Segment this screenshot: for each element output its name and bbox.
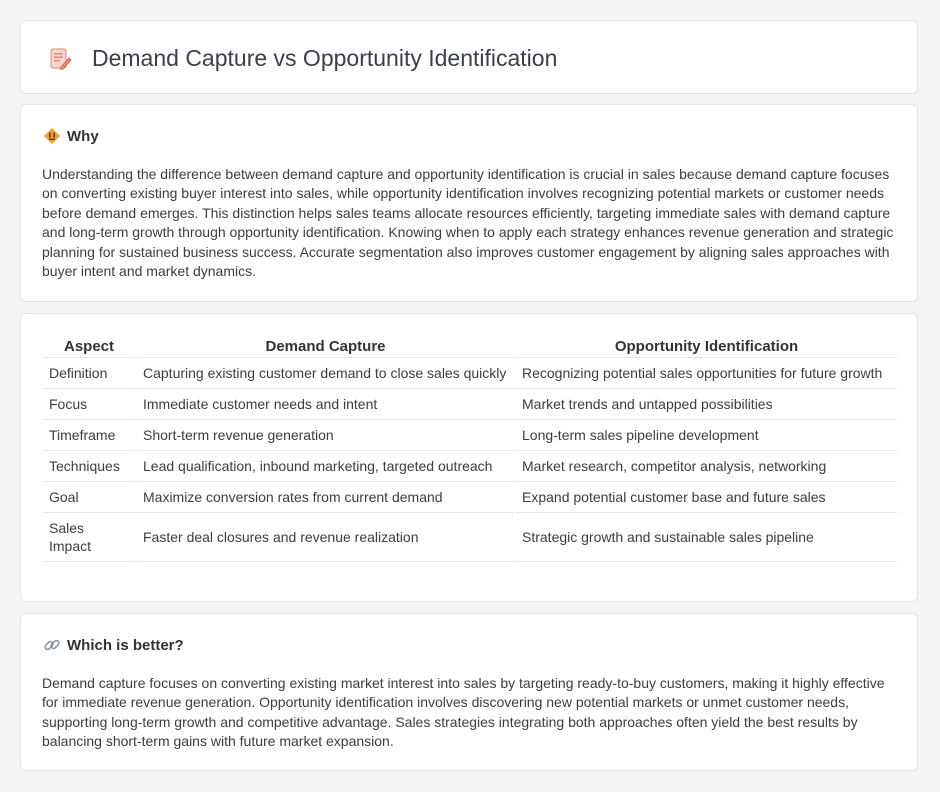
row-opportunity-identification: Strategic growth and sustainable sales p…: [516, 513, 897, 562]
document-pencil-icon: [50, 48, 72, 71]
row-aspect: Sales Impact: [43, 513, 135, 562]
row-demand-capture: Capturing existing customer demand to cl…: [137, 358, 514, 389]
row-opportunity-identification: Recognizing potential sales opportunitie…: [516, 358, 897, 389]
page-title: Demand Capture vs Opportunity Identifica…: [92, 45, 558, 71]
why-section: Why Understanding the difference between…: [20, 104, 918, 302]
table-row: Definition Capturing existing customer d…: [43, 358, 897, 389]
table-row: Sales Impact Faster deal closures and re…: [43, 513, 897, 562]
row-opportunity-identification: Market research, competitor analysis, ne…: [516, 451, 897, 482]
which-is-better-section: Which is better? Demand capture focuses …: [20, 613, 918, 771]
row-opportunity-identification: Long-term sales pipeline development: [516, 420, 897, 451]
table-row: Techniques Lead qualification, inbound m…: [43, 451, 897, 482]
row-demand-capture: Immediate customer needs and intent: [137, 389, 514, 420]
why-text: Understanding the difference between dem…: [42, 166, 894, 280]
row-aspect: Goal: [43, 482, 135, 513]
row-aspect: Techniques: [43, 451, 135, 482]
row-demand-capture: Maximize conversion rates from current d…: [137, 482, 514, 513]
table-row: Goal Maximize conversion rates from curr…: [43, 482, 897, 513]
row-aspect: Definition: [43, 358, 135, 389]
row-opportunity-identification: Expand potential customer base and futur…: [516, 482, 897, 513]
row-demand-capture: Short-term revenue generation: [137, 420, 514, 451]
table-row: Timeframe Short-term revenue generation …: [43, 420, 897, 451]
link-icon: [44, 639, 60, 651]
row-demand-capture: Faster deal closures and revenue realiza…: [137, 513, 514, 562]
why-heading: Why: [43, 126, 99, 146]
row-aspect: Timeframe: [43, 420, 135, 451]
header-opportunity-identification: Opportunity Identification: [516, 335, 897, 358]
row-demand-capture: Lead qualification, inbound marketing, t…: [137, 451, 514, 482]
table-row: Focus Immediate customer needs and inten…: [43, 389, 897, 420]
better-heading: Which is better?: [43, 635, 184, 655]
header-card: Demand Capture vs Opportunity Identifica…: [20, 20, 918, 94]
header-aspect: Aspect: [43, 335, 135, 358]
table-header-row: Aspect Demand Capture Opportunity Identi…: [43, 335, 897, 358]
comparison-table-card: Aspect Demand Capture Opportunity Identi…: [20, 313, 918, 602]
better-title: Which is better?: [67, 636, 184, 654]
diamond-warning-icon: [44, 128, 60, 144]
header-demand-capture: Demand Capture: [137, 335, 514, 358]
row-opportunity-identification: Market trends and untapped possibilities: [516, 389, 897, 420]
better-text: Demand capture focuses on converting exi…: [42, 675, 885, 750]
comparison-table: Aspect Demand Capture Opportunity Identi…: [41, 335, 899, 562]
row-aspect: Focus: [43, 389, 135, 420]
why-title: Why: [67, 127, 99, 145]
